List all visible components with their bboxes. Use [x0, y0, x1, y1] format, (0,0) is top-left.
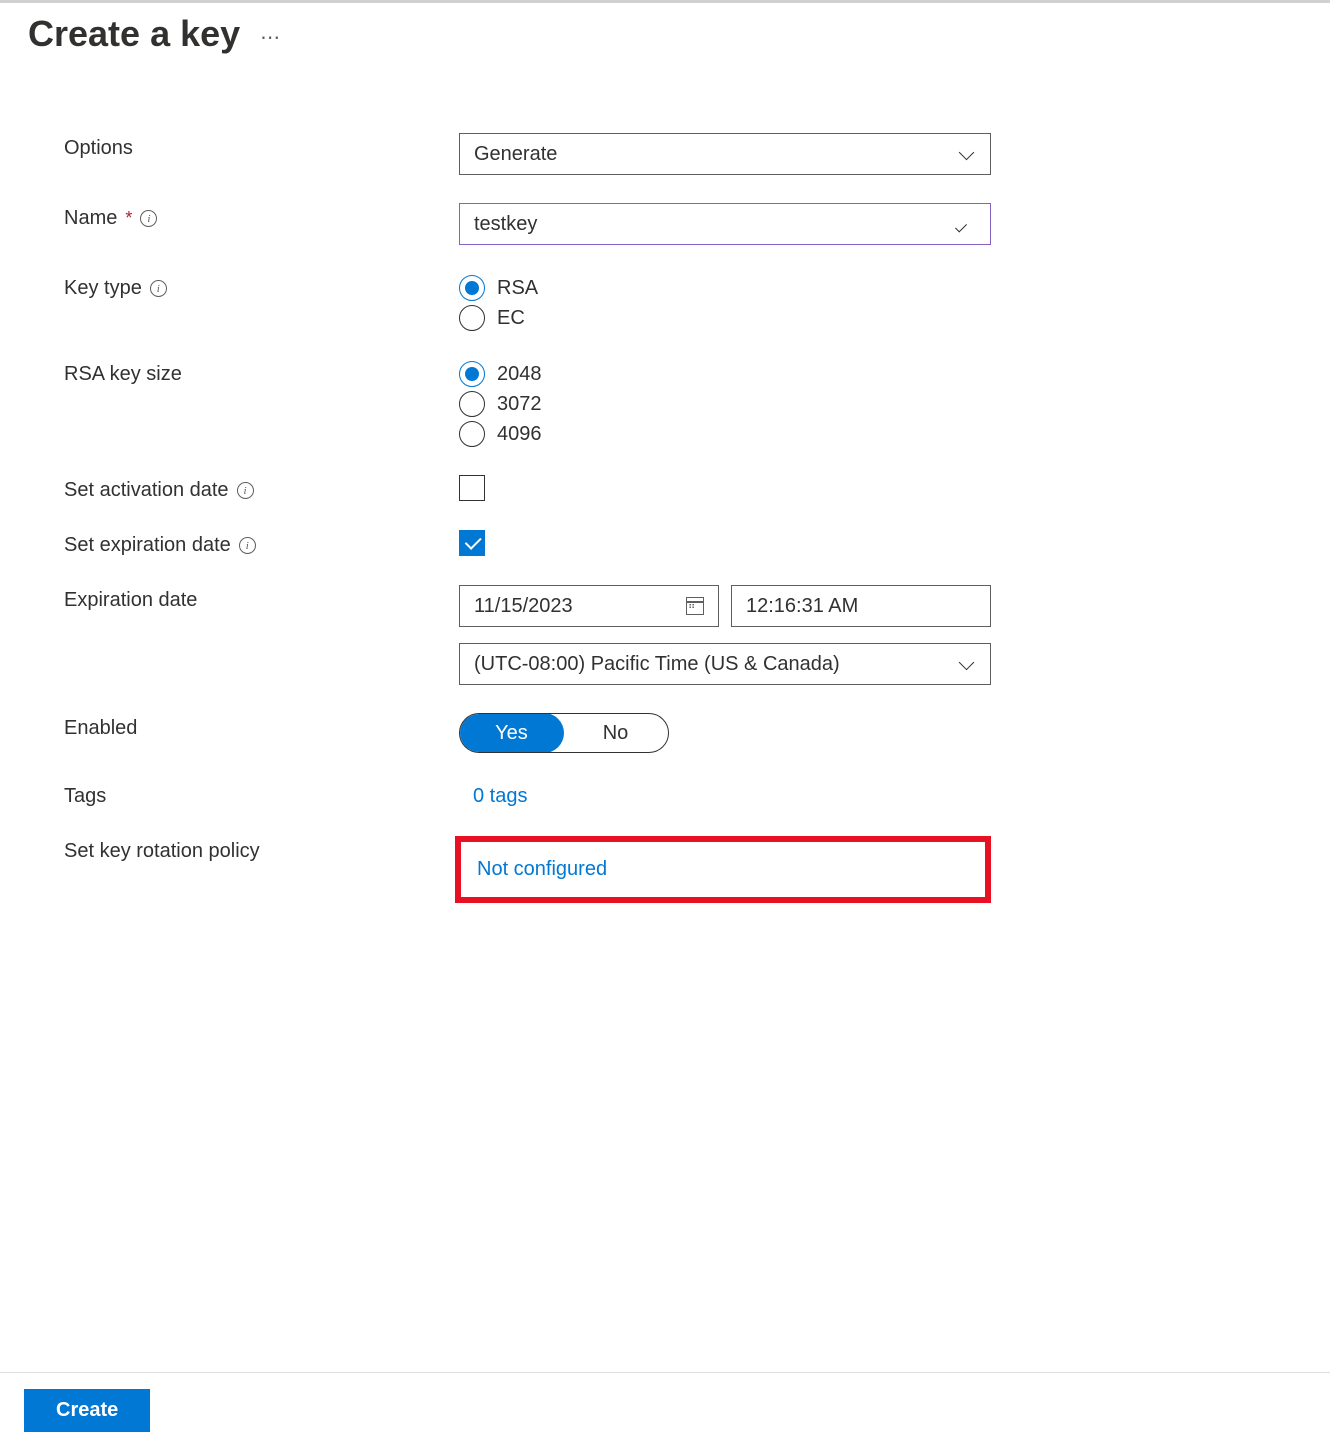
options-label: Options [64, 137, 133, 160]
enabled-toggle[interactable]: Yes No [459, 713, 669, 753]
expiration-checkbox[interactable] [459, 530, 485, 556]
info-icon[interactable]: i [150, 280, 167, 297]
name-input[interactable]: testkey [459, 203, 991, 245]
expiration-date-input[interactable]: 11/15/2023 [459, 585, 719, 627]
expiration-toggle-label: Set expiration date [64, 534, 231, 557]
rotation-label: Set key rotation policy [64, 840, 260, 863]
footer-bar: Create [0, 1372, 1330, 1448]
info-icon[interactable]: i [239, 537, 256, 554]
radio-icon [459, 391, 485, 417]
page-title: Create a key [28, 13, 240, 55]
expiration-time-input[interactable]: 12:16:31 AM [731, 585, 991, 627]
toggle-no[interactable]: No [563, 714, 668, 752]
radio-key-type-rsa[interactable]: RSA [459, 275, 991, 301]
create-button[interactable]: Create [24, 1389, 150, 1432]
more-icon[interactable]: ⋯ [260, 19, 282, 50]
chevron-down-icon [958, 145, 976, 163]
radio-icon [459, 305, 485, 331]
timezone-select[interactable]: (UTC-08:00) Pacific Time (US & Canada) [459, 643, 991, 685]
toggle-yes[interactable]: Yes [459, 713, 564, 753]
activation-label: Set activation date [64, 479, 229, 502]
enabled-label: Enabled [64, 717, 137, 740]
keytype-label: Key type [64, 277, 142, 300]
options-select[interactable]: Generate [459, 133, 991, 175]
info-icon[interactable]: i [237, 482, 254, 499]
name-label: Name [64, 207, 117, 230]
radio-rsa-4096[interactable]: 4096 [459, 421, 991, 447]
activation-checkbox[interactable] [459, 475, 485, 501]
radio-rsa-2048[interactable]: 2048 [459, 361, 991, 387]
radio-icon [459, 421, 485, 447]
radio-icon [459, 275, 485, 301]
expiration-date-value: 11/15/2023 [474, 595, 573, 618]
rsakeysize-label: RSA key size [64, 363, 182, 386]
radio-icon [459, 361, 485, 387]
radio-key-type-ec[interactable]: EC [459, 305, 991, 331]
name-value: testkey [474, 213, 537, 236]
radio-label: RSA [497, 277, 538, 300]
radio-rsa-3072[interactable]: 3072 [459, 391, 991, 417]
tags-link[interactable]: 0 tags [459, 781, 991, 808]
timezone-value: (UTC-08:00) Pacific Time (US & Canada) [474, 653, 840, 676]
options-value: Generate [474, 143, 557, 166]
calendar-icon [686, 597, 704, 615]
expiration-time-value: 12:16:31 AM [746, 595, 858, 618]
checkmark-icon [956, 214, 976, 234]
radio-label: 2048 [497, 363, 542, 386]
rotation-highlight: Not configured [455, 836, 991, 903]
tags-label: Tags [64, 785, 106, 808]
expiration-date-label: Expiration date [64, 589, 197, 612]
info-icon[interactable]: i [140, 210, 157, 227]
radio-label: EC [497, 307, 525, 330]
radio-label: 3072 [497, 393, 542, 416]
required-icon: * [125, 208, 132, 229]
chevron-down-icon [958, 655, 976, 673]
rotation-link[interactable]: Not configured [477, 858, 607, 881]
radio-label: 4096 [497, 423, 542, 446]
